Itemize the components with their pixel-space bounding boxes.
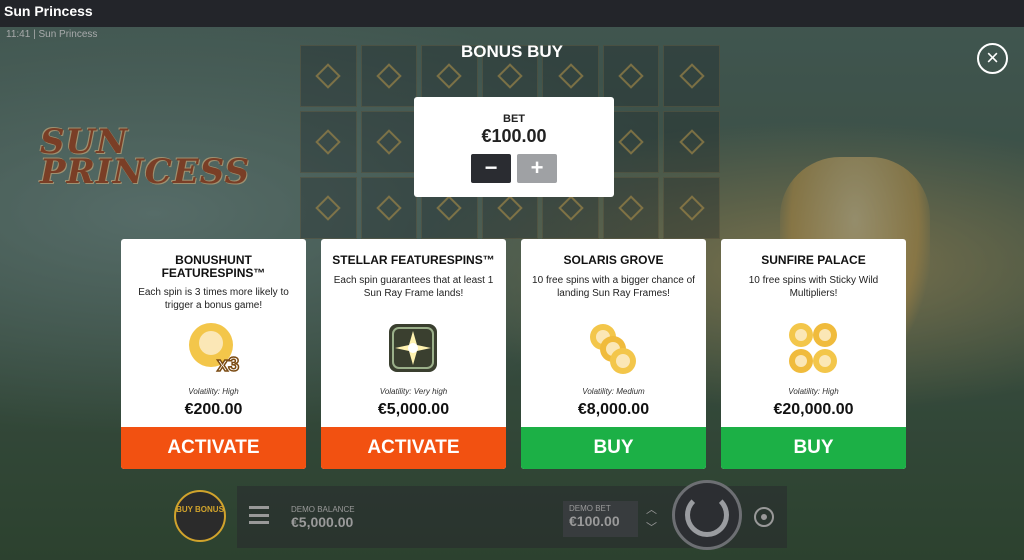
spin-button[interactable]	[672, 480, 742, 550]
buy-bonus-button[interactable]: BUY BONUS	[174, 490, 226, 542]
card-description: Each spin is 3 times more likely to trig…	[138, 287, 289, 311]
bonus-card-solaris-grove: SOLARIS GROVE 10 free spins with a bigge…	[521, 239, 706, 469]
card-name: SOLARIS GROVE	[563, 253, 664, 267]
card-description: Each spin guarantees that at least 1 Sun…	[333, 275, 494, 299]
princess-quad-icon	[789, 323, 837, 373]
card-price: €20,000.00	[773, 401, 854, 418]
card-name: SUNFIRE PALACE	[761, 253, 866, 267]
bet-value: €100.00	[481, 126, 547, 146]
chevron-down-icon[interactable]: ﹀	[646, 519, 657, 537]
buy-button[interactable]: BUY	[721, 427, 906, 469]
bet-label: BET	[503, 113, 525, 125]
princess-trio-icon	[590, 324, 636, 374]
card-name: BONUSHUNT FEATURESPINS™	[161, 253, 266, 280]
card-volatility: Volatility: High	[788, 387, 839, 396]
bonus-card-sunfire-palace: SUNFIRE PALACE 10 free spins with Sticky…	[721, 239, 906, 469]
window-title: Sun Princess	[0, 0, 1024, 27]
card-volatility: Volatility: Medium	[582, 387, 645, 396]
demo-balance-value: €5,000.00	[291, 514, 354, 530]
bet-increase-button[interactable]: +	[517, 154, 557, 183]
buy-button[interactable]: BUY	[521, 427, 706, 469]
x3-label: x3	[217, 354, 239, 376]
card-volatility: Volatility: High	[188, 387, 239, 396]
close-button[interactable]: ×	[977, 43, 1008, 74]
game-stage: 11:41 | Sun Princess SUN PRINCESS BONUS B…	[0, 27, 1024, 560]
card-price: €5,000.00	[377, 401, 450, 418]
bet-decrease-button[interactable]: −	[471, 154, 511, 183]
card-price: €8,000.00	[577, 401, 650, 418]
autoplay-icon[interactable]	[754, 507, 774, 527]
sun-ray-frame-icon	[389, 324, 437, 372]
bonus-buy-title: BONUS BUY	[460, 42, 563, 61]
bet-arrows[interactable]: ︿ ﹀	[646, 501, 657, 537]
bet-panel: BET €100.00 − +	[414, 97, 614, 197]
spin-icon	[685, 493, 729, 537]
chevron-up-icon[interactable]: ︿	[646, 501, 657, 519]
activate-button[interactable]: ACTIVATE	[121, 427, 306, 469]
demo-balance-label: DEMO BALANCE	[291, 505, 355, 514]
demo-balance: DEMO BALANCE €5,000.00	[291, 505, 355, 530]
card-price: €200.00	[184, 401, 243, 418]
demo-bet-value: €100.00	[569, 513, 620, 529]
demo-bet[interactable]: DEMO BET €100.00	[563, 501, 638, 537]
card-description: 10 free spins with Sticky Wild Multiplie…	[748, 275, 879, 299]
bonus-card-stellar: STELLAR FEATURESPINS™ Each spin guarante…	[321, 239, 506, 469]
card-description: 10 free spins with a bigger chance of la…	[532, 275, 695, 299]
princess-x3-icon: x3	[189, 323, 240, 377]
demo-bet-label: DEMO BET	[569, 504, 611, 513]
bet-steppers: − +	[414, 154, 614, 183]
card-volatility: Volatility: Very high	[379, 387, 448, 396]
bonus-card-bonushunt: BONUSHUNT FEATURESPINS™ Each spin is 3 t…	[121, 239, 306, 469]
activate-button[interactable]: ACTIVATE	[321, 427, 506, 469]
card-name: STELLAR FEATURESPINS™	[332, 253, 495, 267]
menu-icon[interactable]	[249, 506, 269, 524]
